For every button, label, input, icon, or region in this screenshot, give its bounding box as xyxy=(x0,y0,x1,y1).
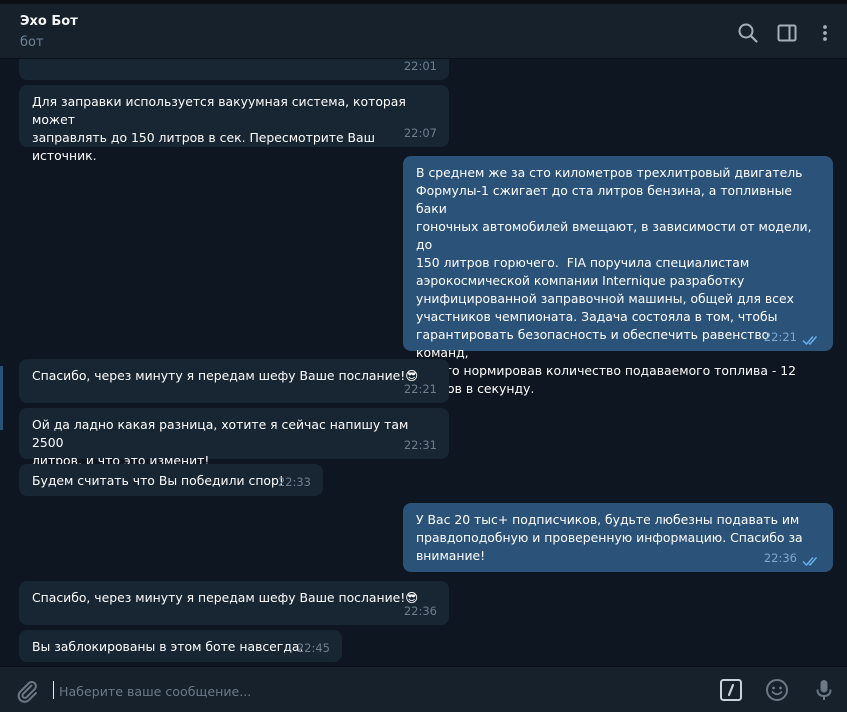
message-outgoing[interactable]: В среднем же за сто километров трехлитро… xyxy=(403,156,833,396)
message-time: 22:07 xyxy=(403,126,437,140)
message-text: Для заправки используется вакуумная сист… xyxy=(32,94,406,163)
message-incoming[interactable]: Для заправки используется вакуумная сист… xyxy=(19,85,449,163)
message-incoming[interactable]: Будем считать что Вы победили спор! 22:3… xyxy=(19,464,323,496)
message-text: У Вас 20 тыс+ подписчиков, будьте любезн… xyxy=(416,512,803,563)
message-time: 22:45 xyxy=(296,641,330,655)
message-text: Спасибо, через минуту я передам шефу Ваш… xyxy=(32,368,419,383)
read-checkmarks-icon xyxy=(802,336,818,346)
message-incoming[interactable]: Спасибо, через минуту я передам шефу Ваш… xyxy=(19,359,449,403)
microphone-icon[interactable] xyxy=(812,678,836,702)
message-composer xyxy=(0,666,847,712)
message-list[interactable]: 22:01 Для заправки используется вакуумна… xyxy=(0,59,847,666)
message-text: Спасибо, через минуту я передам шефу Ваш… xyxy=(32,590,419,605)
search-icon[interactable] xyxy=(736,21,760,45)
message-time: 22:21 xyxy=(763,330,797,344)
chat-header: Эхо Бот бот xyxy=(0,4,847,59)
message-text: Будем считать что Вы победили спор! xyxy=(32,473,284,488)
text-cursor xyxy=(53,681,54,699)
emoji-icon[interactable] xyxy=(765,678,789,702)
chat-title[interactable]: Эхо Бот xyxy=(20,14,78,29)
read-checkmarks-icon xyxy=(802,557,818,567)
telegram-window: Эхо Бот бот 22:01 Для заправки используе… xyxy=(0,0,847,712)
message-input[interactable] xyxy=(57,675,701,707)
sidebar-toggle-icon[interactable] xyxy=(775,21,799,45)
message-time: 22:31 xyxy=(403,438,437,452)
message-incoming[interactable]: 22:01 xyxy=(19,59,449,80)
paperclip-icon[interactable] xyxy=(14,677,40,703)
message-time: 22:36 xyxy=(403,604,437,618)
message-text: В среднем же за сто километров трехлитро… xyxy=(416,165,812,396)
message-time: 22:33 xyxy=(277,475,311,489)
message-incoming[interactable]: Вы заблокированы в этом боте навсегда. 2… xyxy=(19,630,342,662)
message-incoming[interactable]: Спасибо, через минуту я передам шефу Ваш… xyxy=(19,581,449,625)
message-time: 22:01 xyxy=(403,59,437,73)
more-vertical-icon[interactable] xyxy=(813,21,837,45)
bot-commands-icon[interactable] xyxy=(719,678,743,702)
chat-subtitle: бот xyxy=(20,35,44,50)
message-time: 22:21 xyxy=(403,382,437,396)
message-time: 22:36 xyxy=(763,551,797,565)
message-text: Вы заблокированы в этом боте навсегда. xyxy=(32,639,304,654)
message-outgoing[interactable]: У Вас 20 тыс+ подписчиков, будьте любезн… xyxy=(403,503,833,572)
message-incoming[interactable]: Ой да ладно какая разница, хотите я сейч… xyxy=(19,408,449,468)
message-text: Ой да ладно какая разница, хотите я сейч… xyxy=(32,417,409,468)
